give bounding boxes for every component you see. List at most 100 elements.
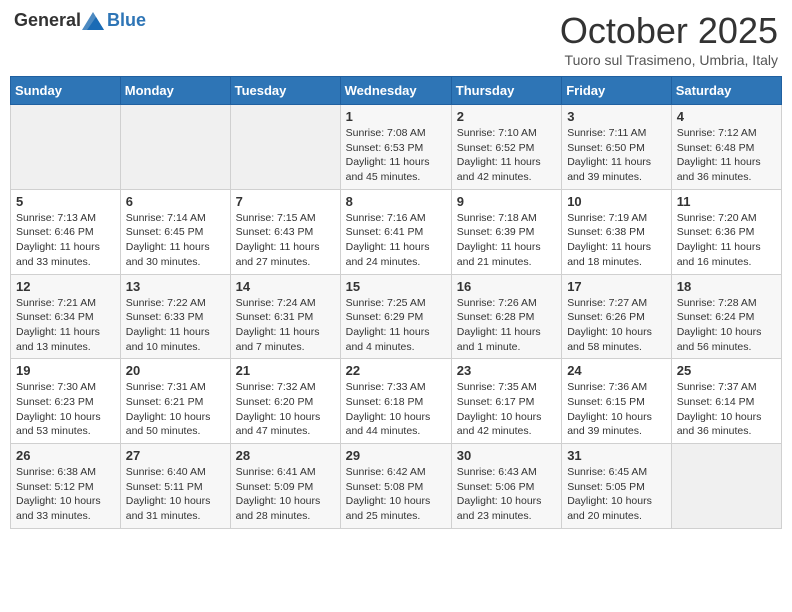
sunrise-text: Sunrise: 7:11 AM <box>567 127 646 139</box>
calendar-cell: 11 Sunrise: 7:20 AM Sunset: 6:36 PM Dayl… <box>671 189 781 274</box>
sunrise-text: Sunrise: 7:30 AM <box>16 381 96 393</box>
day-info: Sunrise: 7:08 AM Sunset: 6:53 PM Dayligh… <box>346 126 446 185</box>
page-header: General Blue October 2025 Tuoro sul Tras… <box>10 10 782 68</box>
day-number: 21 <box>236 363 335 378</box>
daylight-text: Daylight: 10 hours and 28 minutes. <box>236 495 321 522</box>
day-info: Sunrise: 7:16 AM Sunset: 6:41 PM Dayligh… <box>346 211 446 270</box>
day-number: 7 <box>236 194 335 209</box>
calendar-cell: 27 Sunrise: 6:40 AM Sunset: 5:11 PM Dayl… <box>120 444 230 529</box>
calendar-cell: 13 Sunrise: 7:22 AM Sunset: 6:33 PM Dayl… <box>120 274 230 359</box>
day-info: Sunrise: 7:36 AM Sunset: 6:15 PM Dayligh… <box>567 380 666 439</box>
daylight-text: Daylight: 11 hours and 30 minutes. <box>126 241 210 268</box>
sunrise-text: Sunrise: 7:19 AM <box>567 212 647 224</box>
calendar-cell: 2 Sunrise: 7:10 AM Sunset: 6:52 PM Dayli… <box>451 105 561 190</box>
daylight-text: Daylight: 10 hours and 31 minutes. <box>126 495 211 522</box>
daylight-text: Daylight: 11 hours and 39 minutes. <box>567 156 651 183</box>
calendar-cell: 22 Sunrise: 7:33 AM Sunset: 6:18 PM Dayl… <box>340 359 451 444</box>
sunrise-text: Sunrise: 7:37 AM <box>677 381 757 393</box>
daylight-text: Daylight: 10 hours and 44 minutes. <box>346 411 431 438</box>
daylight-text: Daylight: 10 hours and 20 minutes. <box>567 495 652 522</box>
calendar-cell <box>671 444 781 529</box>
day-number: 30 <box>457 448 556 463</box>
calendar-cell: 20 Sunrise: 7:31 AM Sunset: 6:21 PM Dayl… <box>120 359 230 444</box>
day-info: Sunrise: 7:31 AM Sunset: 6:21 PM Dayligh… <box>126 380 225 439</box>
day-info: Sunrise: 7:12 AM Sunset: 6:48 PM Dayligh… <box>677 126 776 185</box>
day-number: 24 <box>567 363 666 378</box>
sunrise-text: Sunrise: 7:21 AM <box>16 297 96 309</box>
sunrise-text: Sunrise: 7:22 AM <box>126 297 206 309</box>
sunset-text: Sunset: 6:15 PM <box>567 396 645 408</box>
day-number: 5 <box>16 194 115 209</box>
day-number: 23 <box>457 363 556 378</box>
day-info: Sunrise: 7:24 AM Sunset: 6:31 PM Dayligh… <box>236 296 335 355</box>
sunrise-text: Sunrise: 7:13 AM <box>16 212 96 224</box>
sunrise-text: Sunrise: 7:28 AM <box>677 297 757 309</box>
day-info: Sunrise: 7:25 AM Sunset: 6:29 PM Dayligh… <box>346 296 446 355</box>
sunset-text: Sunset: 5:05 PM <box>567 481 645 493</box>
daylight-text: Daylight: 10 hours and 53 minutes. <box>16 411 101 438</box>
sunrise-text: Sunrise: 7:24 AM <box>236 297 316 309</box>
calendar-cell: 21 Sunrise: 7:32 AM Sunset: 6:20 PM Dayl… <box>230 359 340 444</box>
month-title: October 2025 <box>560 10 778 52</box>
day-number: 6 <box>126 194 225 209</box>
day-info: Sunrise: 7:15 AM Sunset: 6:43 PM Dayligh… <box>236 211 335 270</box>
daylight-text: Daylight: 11 hours and 10 minutes. <box>126 326 210 353</box>
calendar-cell: 4 Sunrise: 7:12 AM Sunset: 6:48 PM Dayli… <box>671 105 781 190</box>
sunrise-text: Sunrise: 7:31 AM <box>126 381 206 393</box>
title-block: October 2025 Tuoro sul Trasimeno, Umbria… <box>560 10 778 68</box>
sunrise-text: Sunrise: 7:20 AM <box>677 212 757 224</box>
calendar-cell: 26 Sunrise: 6:38 AM Sunset: 5:12 PM Dayl… <box>11 444 121 529</box>
sunset-text: Sunset: 6:26 PM <box>567 311 645 323</box>
day-number: 9 <box>457 194 556 209</box>
calendar-cell: 7 Sunrise: 7:15 AM Sunset: 6:43 PM Dayli… <box>230 189 340 274</box>
day-info: Sunrise: 7:37 AM Sunset: 6:14 PM Dayligh… <box>677 380 776 439</box>
day-info: Sunrise: 7:26 AM Sunset: 6:28 PM Dayligh… <box>457 296 556 355</box>
day-info: Sunrise: 7:13 AM Sunset: 6:46 PM Dayligh… <box>16 211 115 270</box>
sunset-text: Sunset: 5:06 PM <box>457 481 535 493</box>
calendar-cell: 19 Sunrise: 7:30 AM Sunset: 6:23 PM Dayl… <box>11 359 121 444</box>
day-info: Sunrise: 7:11 AM Sunset: 6:50 PM Dayligh… <box>567 126 666 185</box>
sunset-text: Sunset: 6:29 PM <box>346 311 424 323</box>
sunrise-text: Sunrise: 7:14 AM <box>126 212 206 224</box>
day-info: Sunrise: 7:18 AM Sunset: 6:39 PM Dayligh… <box>457 211 556 270</box>
day-info: Sunrise: 6:38 AM Sunset: 5:12 PM Dayligh… <box>16 465 115 524</box>
header-thursday: Thursday <box>451 77 561 105</box>
day-info: Sunrise: 7:20 AM Sunset: 6:36 PM Dayligh… <box>677 211 776 270</box>
daylight-text: Daylight: 11 hours and 42 minutes. <box>457 156 541 183</box>
day-number: 1 <box>346 109 446 124</box>
calendar-cell: 15 Sunrise: 7:25 AM Sunset: 6:29 PM Dayl… <box>340 274 451 359</box>
daylight-text: Daylight: 10 hours and 36 minutes. <box>677 411 762 438</box>
daylight-text: Daylight: 11 hours and 33 minutes. <box>16 241 100 268</box>
logo: General Blue <box>14 10 146 31</box>
calendar-cell: 24 Sunrise: 7:36 AM Sunset: 6:15 PM Dayl… <box>562 359 672 444</box>
day-number: 29 <box>346 448 446 463</box>
day-info: Sunrise: 7:14 AM Sunset: 6:45 PM Dayligh… <box>126 211 225 270</box>
day-info: Sunrise: 7:28 AM Sunset: 6:24 PM Dayligh… <box>677 296 776 355</box>
day-info: Sunrise: 6:40 AM Sunset: 5:11 PM Dayligh… <box>126 465 225 524</box>
sunrise-text: Sunrise: 7:32 AM <box>236 381 316 393</box>
calendar-cell <box>120 105 230 190</box>
sunrise-text: Sunrise: 7:18 AM <box>457 212 537 224</box>
day-number: 17 <box>567 279 666 294</box>
calendar-cell <box>11 105 121 190</box>
header-sunday: Sunday <box>11 77 121 105</box>
sunset-text: Sunset: 5:08 PM <box>346 481 424 493</box>
sunrise-text: Sunrise: 7:26 AM <box>457 297 537 309</box>
day-info: Sunrise: 7:35 AM Sunset: 6:17 PM Dayligh… <box>457 380 556 439</box>
daylight-text: Daylight: 11 hours and 1 minute. <box>457 326 541 353</box>
day-info: Sunrise: 6:45 AM Sunset: 5:05 PM Dayligh… <box>567 465 666 524</box>
sunset-text: Sunset: 6:33 PM <box>126 311 204 323</box>
day-info: Sunrise: 7:30 AM Sunset: 6:23 PM Dayligh… <box>16 380 115 439</box>
daylight-text: Daylight: 11 hours and 18 minutes. <box>567 241 651 268</box>
calendar-cell: 29 Sunrise: 6:42 AM Sunset: 5:08 PM Dayl… <box>340 444 451 529</box>
day-info: Sunrise: 6:41 AM Sunset: 5:09 PM Dayligh… <box>236 465 335 524</box>
day-info: Sunrise: 7:32 AM Sunset: 6:20 PM Dayligh… <box>236 380 335 439</box>
daylight-text: Daylight: 10 hours and 56 minutes. <box>677 326 762 353</box>
calendar-cell: 6 Sunrise: 7:14 AM Sunset: 6:45 PM Dayli… <box>120 189 230 274</box>
header-tuesday: Tuesday <box>230 77 340 105</box>
sunset-text: Sunset: 5:12 PM <box>16 481 94 493</box>
sunrise-text: Sunrise: 7:27 AM <box>567 297 647 309</box>
sunset-text: Sunset: 6:24 PM <box>677 311 755 323</box>
day-number: 10 <box>567 194 666 209</box>
daylight-text: Daylight: 11 hours and 27 minutes. <box>236 241 320 268</box>
